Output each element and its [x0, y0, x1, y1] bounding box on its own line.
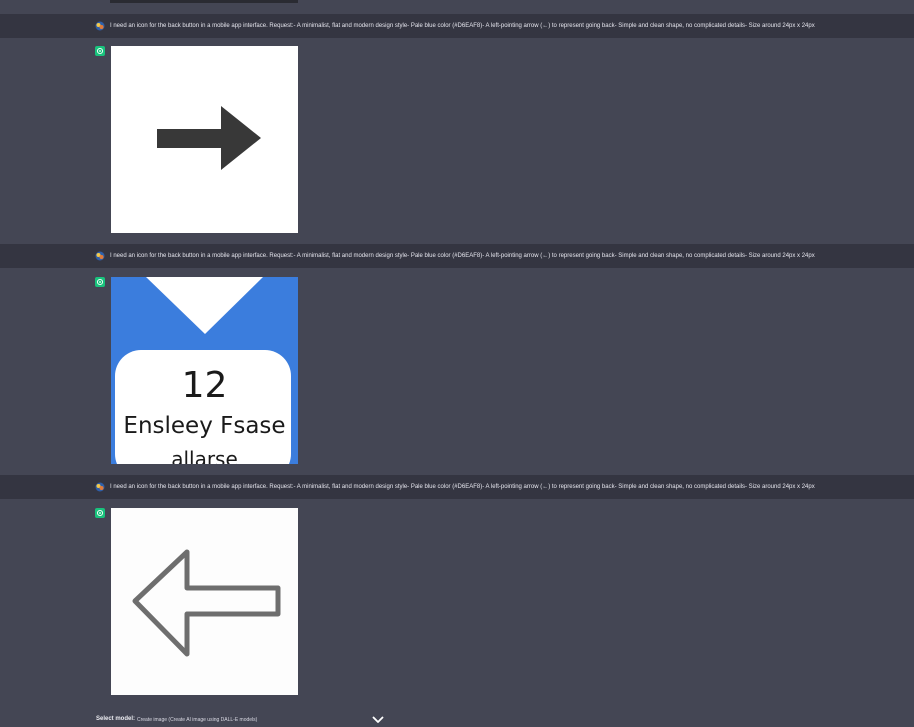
assistant-avatar-icon [95, 46, 105, 56]
user-avatar-icon [95, 482, 105, 492]
user-message-text: I need an icon for the back button in a … [110, 253, 815, 259]
generated-image-left-arrow[interactable] [111, 508, 298, 695]
chevron-down-icon[interactable] [372, 716, 384, 724]
user-message: I need an icon for the back button in a … [0, 14, 914, 38]
assistant-avatar-icon [95, 277, 105, 287]
select-model-value[interactable]: Create image (Create AI image using DALL… [137, 717, 257, 723]
card-subtitle: allarse [171, 447, 238, 464]
previous-image-edge [110, 0, 298, 3]
user-message: I need an icon for the back button in a … [0, 475, 914, 499]
user-message-text: I need an icon for the back button in a … [110, 23, 815, 29]
user-avatar-icon [95, 251, 105, 261]
left-arrow-outline-icon [132, 549, 281, 657]
generated-image-right-arrow[interactable] [111, 46, 298, 233]
right-arrow-icon [157, 106, 261, 170]
user-avatar-icon [95, 21, 105, 31]
user-message: I need an icon for the back button in a … [0, 244, 914, 268]
card-title: Ensleey Fsase [123, 413, 286, 439]
user-message-text: I need an icon for the back button in a … [110, 484, 815, 490]
assistant-avatar-icon [95, 508, 105, 518]
generated-image-card[interactable]: 12 Ensleey Fsase allarse [111, 277, 298, 464]
card-number: 12 [181, 365, 228, 406]
select-model-label: Select model: [96, 716, 136, 722]
